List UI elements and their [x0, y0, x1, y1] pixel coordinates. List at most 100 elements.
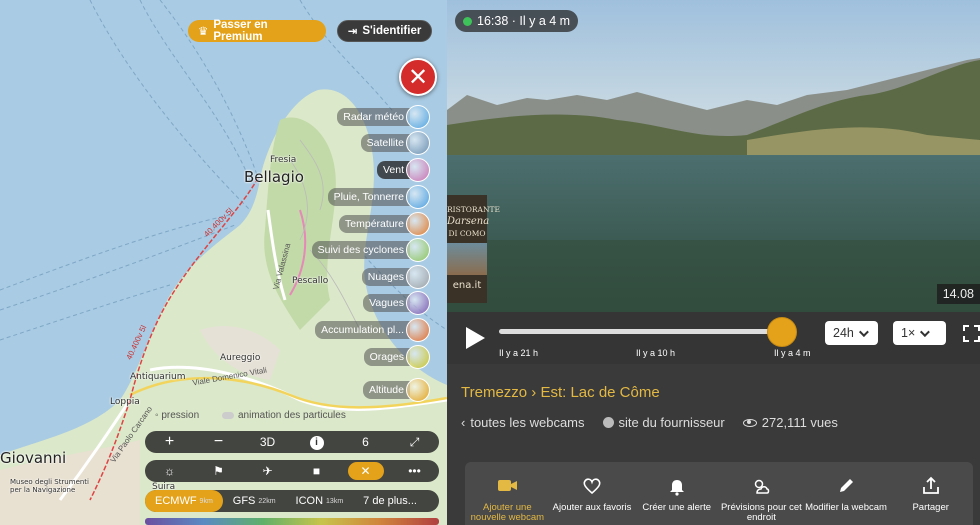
place-fresia: Fresia	[270, 155, 297, 165]
layer-item[interactable]: Vent	[376, 158, 430, 182]
views-label: 272,111 vues	[761, 415, 838, 430]
timelapse-player: Il y a 21 h Il y a 10 h Il y a 4 m 24h 1…	[447, 312, 980, 364]
layer-label: Radar météo	[337, 108, 410, 126]
layer-item[interactable]: Orages	[363, 345, 430, 369]
layer-label: Pluie, Tonnerre	[327, 188, 410, 206]
action-button[interactable]: Prévisions pour cet endroit	[719, 462, 804, 525]
sign-url: ena.it	[452, 279, 482, 291]
zoom-out-button[interactable]: −	[201, 433, 237, 451]
webcam-actions: Ajouter une nouvelle webcam Ajouter aux f…	[465, 462, 973, 525]
all-webcams-label: toutes les webcams	[470, 415, 585, 430]
live-badge: 16:38 · Il y a 4 m	[455, 10, 579, 32]
action-label: Modifier la webcam	[805, 502, 887, 513]
place-loppia: Loppia	[110, 397, 140, 407]
model-option[interactable]: ICON 13km	[286, 490, 354, 512]
model-option[interactable]: GFS 22km	[223, 490, 286, 512]
play-icon[interactable]	[466, 327, 485, 349]
model-name: 7 de plus...	[363, 495, 417, 507]
hurricane-icon: 6	[362, 435, 369, 449]
layer-item[interactable]: Satellite	[360, 131, 430, 155]
chevron-left-icon: ‹	[461, 415, 466, 430]
login-button[interactable]: ⇥ S'identifier	[337, 20, 432, 42]
layer-item[interactable]: Radar météo	[337, 105, 430, 129]
cyclone-icon	[406, 238, 430, 262]
eye-icon	[742, 418, 757, 427]
layer-item[interactable]: Température	[339, 212, 430, 236]
action-label: Partager	[912, 502, 949, 513]
layer-label: Vagues	[363, 294, 410, 312]
premium-button[interactable]: ♛ Passer en Premium	[188, 19, 326, 43]
login-label: S'identifier	[362, 25, 422, 37]
weather-station-button[interactable]: ☼	[152, 464, 188, 478]
model-name: ECMWF	[155, 495, 197, 507]
map-panel[interactable]: Bellagio Giovanni Pescallo Aureggio Lopp…	[0, 0, 447, 525]
model-name: GFS	[232, 495, 256, 507]
layer-label: Altitude	[362, 381, 410, 399]
close-tool-button[interactable]: ✕	[347, 462, 384, 480]
camera-icon	[498, 480, 518, 491]
radar-icon	[406, 105, 430, 129]
layer-label: Accumulation pl...	[315, 321, 410, 339]
close-webcam-button[interactable]: ✕	[399, 58, 437, 96]
model-selector: ECMWF 9km GFS 22km ICON 13km 7 de plus...	[145, 490, 439, 512]
airport-button[interactable]: ✈	[250, 464, 286, 478]
globe-icon	[602, 417, 614, 428]
fullscreen-icon[interactable]	[963, 325, 980, 342]
flag-button[interactable]: ⚑	[201, 464, 237, 478]
model-resolution: 13km	[326, 497, 344, 505]
layer-item[interactable]: Vagues	[363, 291, 430, 315]
3d-button[interactable]: 3D	[250, 435, 286, 449]
model-resolution: 9km	[199, 497, 213, 505]
close-icon: ✕	[360, 464, 371, 478]
live-time: 16:38 · Il y a 4 m	[477, 14, 571, 28]
expand-icon: ⤢	[409, 434, 420, 449]
sun-cloud-icon: ☼	[164, 464, 175, 478]
more-button[interactable]: •••	[397, 464, 433, 478]
sign-line-2: Darsena	[447, 216, 490, 228]
chevron-down-icon	[920, 326, 931, 337]
layer-label: Suivi des cyclones	[311, 241, 410, 259]
webcam-panel: 16:38 · Il y a 4 m RISTORANTE Darsena DI…	[447, 0, 980, 525]
action-button[interactable]: Partager	[888, 462, 973, 525]
action-button[interactable]: Créer une alerte	[634, 462, 719, 525]
place-aureggio: Aureggio	[220, 353, 261, 363]
model-option[interactable]: 7 de plus...	[353, 490, 427, 512]
lake-scene	[447, 0, 980, 312]
layer-item[interactable]: Altitude	[362, 378, 430, 402]
timeline-handle[interactable]	[767, 317, 798, 347]
waves-icon	[406, 291, 430, 315]
place-museo: Museo degli Strumenti per la Navigazione	[10, 478, 89, 495]
live-status-icon	[463, 16, 472, 26]
zoom-in-button[interactable]: +	[152, 433, 188, 451]
layer-item[interactable]: Pluie, Tonnerre	[327, 185, 430, 209]
model-resolution: 22km	[258, 497, 276, 505]
all-webcams-link[interactable]: ‹ toutes les webcams	[461, 415, 585, 430]
speed-select[interactable]: 1×	[893, 321, 946, 345]
timeline-track[interactable]	[499, 329, 791, 334]
webcam-image[interactable]: 16:38 · Il y a 4 m RISTORANTE Darsena DI…	[447, 0, 980, 312]
toggle-switch[interactable]	[222, 412, 234, 419]
camera-icon: ■	[312, 464, 321, 478]
action-label: Prévisions pour cet endroit	[720, 502, 802, 524]
layer-item[interactable]: Nuages	[361, 265, 430, 289]
hurricane-button[interactable]: 6	[348, 435, 384, 449]
webcam-button[interactable]: ■	[299, 464, 335, 478]
action-button[interactable]: Modifier la webcam	[804, 462, 889, 525]
particles-toggle[interactable]: animation des particules	[222, 410, 346, 421]
provider-site-link[interactable]: site du fournisseur	[602, 415, 725, 430]
range-select[interactable]: 24h	[825, 321, 878, 345]
satellite-icon	[406, 131, 430, 155]
provider-site-label: site du fournisseur	[618, 415, 725, 430]
fullscreen-map-button[interactable]: ⤢	[397, 435, 433, 450]
model-option[interactable]: ECMWF 9km	[145, 490, 223, 512]
layer-item[interactable]: Suivi des cyclones	[311, 238, 430, 262]
pressure-toggle[interactable]: ◦ pression	[155, 410, 199, 421]
action-label: Ajouter une nouvelle webcam	[470, 502, 545, 524]
layer-item[interactable]: Accumulation pl...	[315, 318, 430, 342]
action-button[interactable]: Ajouter aux favoris	[550, 462, 635, 525]
particles-label: animation des particules	[238, 410, 346, 421]
weather-icon	[755, 479, 770, 494]
webcam-title[interactable]: Tremezzo › Est: Lac de Côme	[461, 384, 660, 401]
info-button[interactable]: i	[299, 434, 335, 450]
action-button[interactable]: Ajouter une nouvelle webcam	[465, 462, 550, 525]
